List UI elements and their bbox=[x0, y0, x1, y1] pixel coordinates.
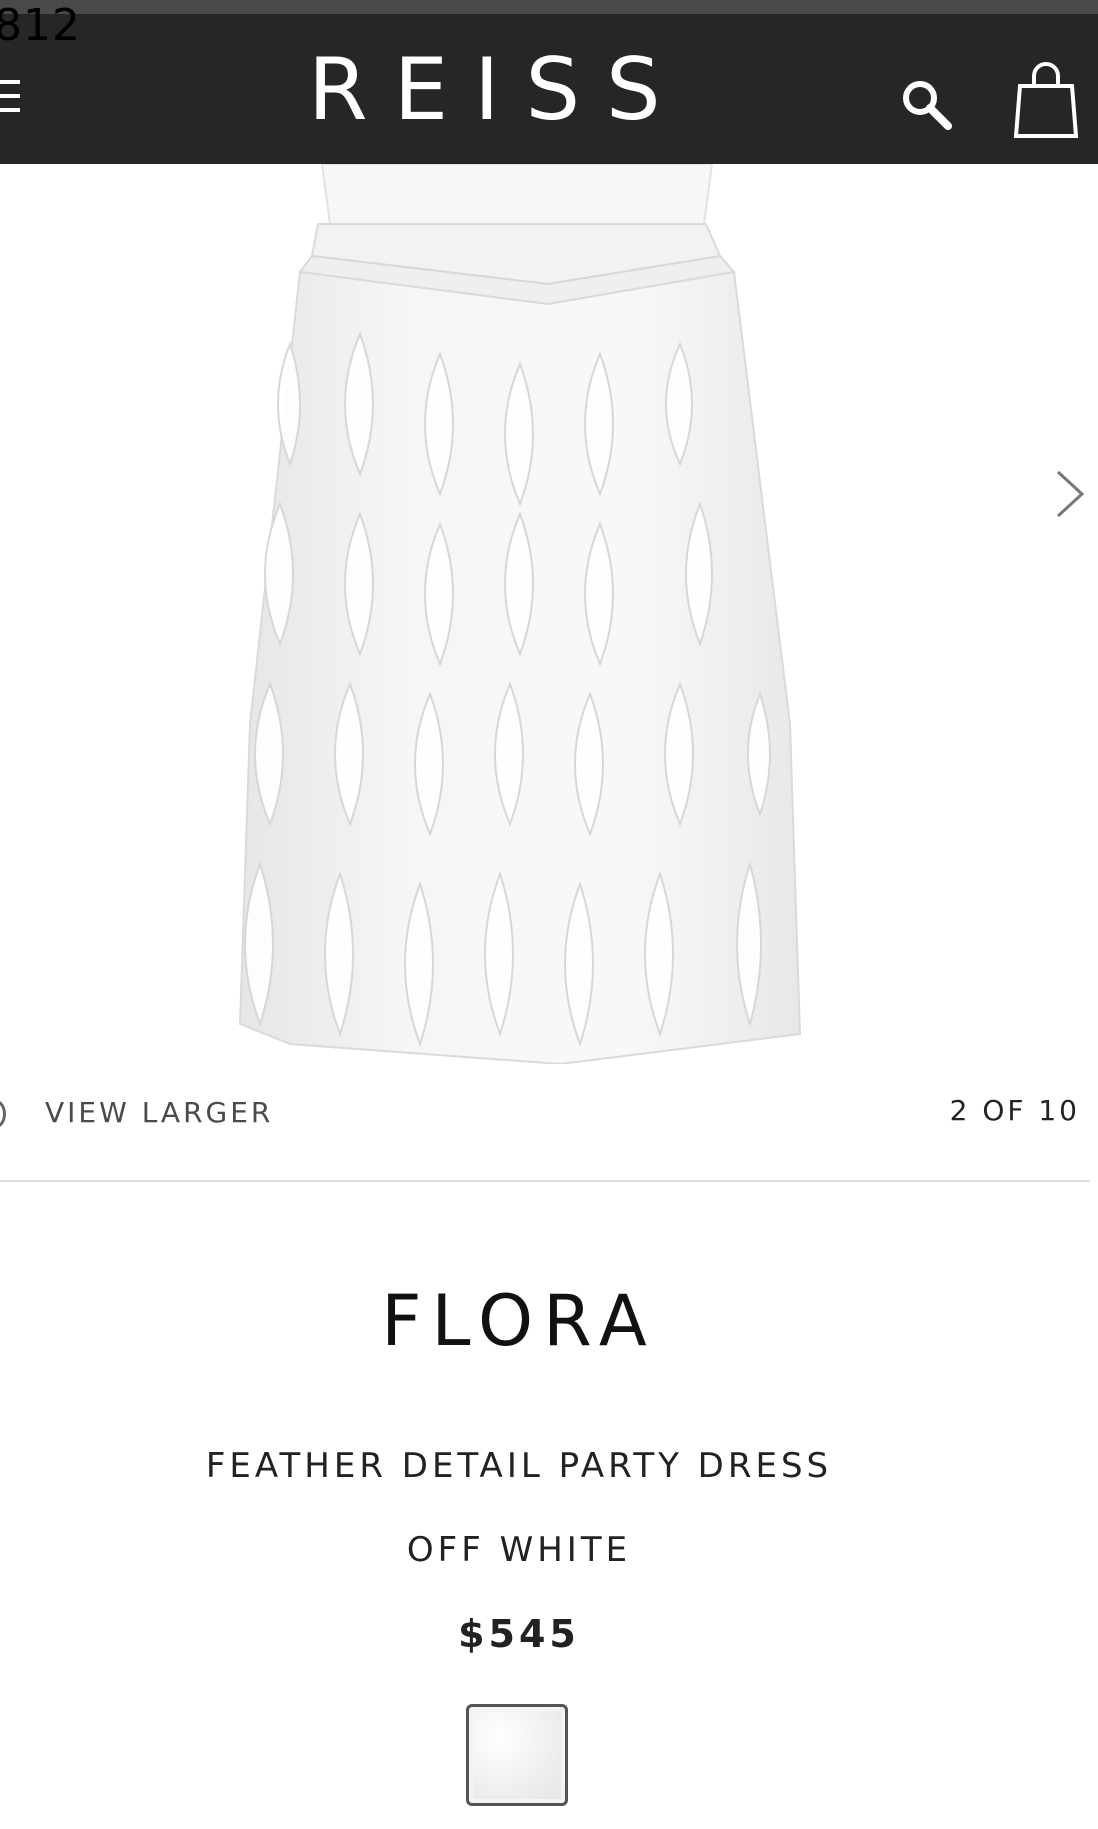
zoom-icon[interactable] bbox=[0, 1100, 6, 1128]
dress-illustration bbox=[238, 163, 802, 1066]
image-pager: 2 OF 10 bbox=[949, 1094, 1080, 1127]
product-title: FEATHER DETAIL PARTY DRESS bbox=[205, 1446, 833, 1486]
divider bbox=[0, 1180, 1090, 1182]
reiss-logo[interactable]: REISS bbox=[308, 40, 708, 140]
shopping-bag-icon[interactable] bbox=[1012, 60, 1080, 140]
product-colour: OFF WHITE bbox=[406, 1530, 632, 1570]
hamburger-menu-icon[interactable] bbox=[0, 80, 22, 120]
status-time: 812 bbox=[0, 0, 81, 51]
product-price: $545 bbox=[458, 1612, 580, 1656]
site-header: REISS bbox=[0, 14, 1098, 164]
status-bar bbox=[0, 0, 1098, 14]
swatch-fill bbox=[473, 1711, 561, 1799]
search-icon[interactable] bbox=[898, 76, 956, 134]
product-page: 812 REISS VIEW LARGER 2 OF 10 FLORA FEAT… bbox=[0, 0, 1098, 1829]
product-image[interactable] bbox=[0, 163, 1098, 1066]
view-larger-link[interactable]: VIEW LARGER bbox=[45, 1096, 273, 1129]
colour-swatch-off-white[interactable] bbox=[466, 1704, 568, 1806]
product-brand: FLORA bbox=[381, 1280, 657, 1362]
chevron-right-icon[interactable] bbox=[1050, 464, 1090, 524]
